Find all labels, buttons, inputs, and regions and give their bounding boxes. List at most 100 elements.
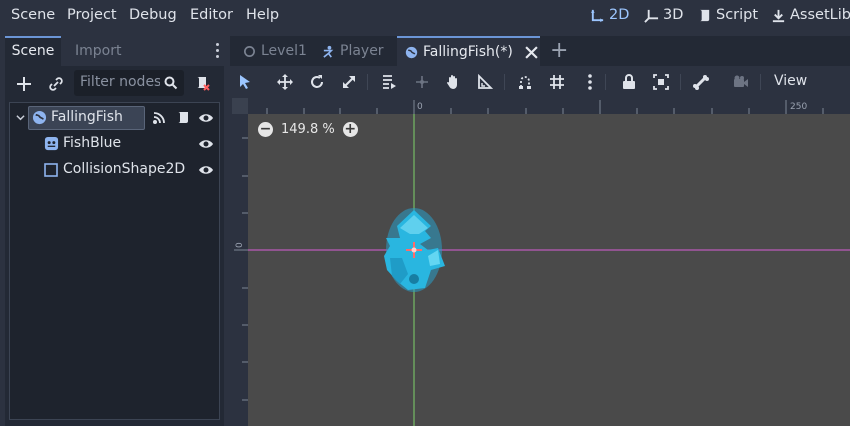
script-icon[interactable] (176, 111, 190, 125)
signal-icon[interactable] (152, 111, 166, 125)
chevron-down-icon[interactable] (16, 113, 25, 122)
tree-label-fishblue: FishBlue (63, 135, 122, 151)
plus-icon (17, 77, 31, 91)
zoom-controls: − 149.8 % + (258, 122, 358, 137)
separator (760, 74, 761, 90)
ruler-label-h-250: 250 (790, 102, 807, 112)
menu-bar: Scene Project Debug Editor Help 2D 3D Sc… (0, 0, 850, 32)
collision-shape-icon (44, 163, 58, 177)
player-icon (323, 45, 334, 58)
scene-toolbar (5, 66, 224, 102)
rotate-mode-button[interactable] (308, 73, 326, 91)
tree-row-collisionshape2d[interactable]: CollisionShape2D (10, 158, 219, 182)
menu-project[interactable]: Project (67, 7, 117, 23)
mode-3d-button[interactable]: 3D (644, 7, 683, 23)
group-icon (653, 74, 669, 90)
menu-help[interactable]: Help (246, 7, 279, 23)
instance-scene-button[interactable] (46, 74, 66, 94)
ruler-corner (232, 98, 248, 114)
node2d-icon (32, 110, 47, 125)
filter-nodes-input[interactable] (80, 74, 160, 90)
add-tab-button[interactable]: + (550, 38, 568, 63)
camera-icon (734, 75, 748, 87)
tab-import[interactable]: Import (75, 36, 121, 66)
dock-tabs: Scene Import (5, 36, 224, 66)
download-icon (772, 9, 785, 22)
tree-row-fallingfish[interactable]: FallingFish (10, 106, 219, 130)
ruler-horizontal (232, 98, 850, 114)
ruler-vertical (232, 98, 248, 426)
visibility-eye-icon[interactable] (198, 163, 214, 177)
mode-2d-button[interactable]: 2D (590, 7, 629, 23)
tree-row-fishblue[interactable]: FishBlue (10, 132, 219, 156)
separator (504, 74, 505, 90)
smart-snap-button[interactable] (517, 73, 535, 91)
link-icon (49, 77, 63, 91)
tab-fallingfish[interactable]: FallingFish(*) (397, 36, 540, 66)
move-icon (277, 74, 293, 90)
snap-options-button[interactable] (581, 73, 599, 91)
lock-button[interactable] (620, 73, 638, 91)
ruler-mode-button[interactable] (476, 73, 494, 91)
pan-mode-button[interactable] (444, 73, 462, 91)
zoom-in-button[interactable]: + (342, 122, 358, 137)
circle-icon (244, 45, 255, 57)
list-select-icon (383, 75, 396, 89)
ruler-label-h-origin: 0 (417, 102, 423, 112)
skeleton-button[interactable] (692, 73, 710, 91)
select-mode-button[interactable] (236, 73, 254, 91)
view-menu-button[interactable]: View (774, 73, 807, 89)
tab-level1[interactable]: Level1 (243, 36, 307, 66)
canvas-viewport[interactable]: 0 250 0 − 149.8 % + (232, 98, 850, 426)
visibility-eye-icon[interactable] (198, 137, 214, 151)
lock-icon (623, 74, 635, 89)
scene-tabs: Level1 Player FallingFish(*) + (230, 36, 850, 66)
zoom-level[interactable]: 149.8 % (281, 122, 335, 137)
dock-menu-icon[interactable] (216, 43, 220, 61)
pivot-mode-button[interactable] (413, 73, 431, 91)
hand-icon (447, 75, 457, 89)
separator (605, 74, 606, 90)
move-mode-button[interactable] (276, 73, 294, 91)
separator (367, 74, 368, 90)
menu-editor[interactable]: Editor (190, 7, 233, 23)
grid-snap-button[interactable] (548, 73, 566, 91)
scene-tree: FallingFish FishBlue CollisionShape2D (9, 102, 220, 420)
search-icon (164, 76, 178, 90)
bone-icon (693, 75, 709, 90)
add-node-button[interactable] (14, 74, 34, 94)
script-icon (699, 9, 710, 21)
mode-assetlib-button[interactable]: AssetLib (771, 7, 850, 23)
grid-icon (550, 75, 564, 89)
2d-icon (590, 9, 604, 22)
tree-label-fallingfish: FallingFish (51, 109, 123, 125)
filter-nodes-field[interactable] (74, 70, 184, 96)
scale-mode-button[interactable] (340, 73, 358, 91)
remote-scene-button[interactable] (193, 74, 213, 94)
canvas-scene: 0 250 0 (232, 98, 850, 426)
pivot-icon (416, 76, 428, 88)
globe-icon (405, 46, 418, 58)
menu-scene[interactable]: Scene (11, 7, 55, 23)
zoom-out-button[interactable]: − (258, 122, 273, 137)
kebab-menu-icon (588, 74, 592, 90)
close-icon[interactable] (525, 45, 538, 59)
snap-icon (519, 76, 531, 89)
sprite-icon (44, 136, 59, 151)
ruler-icon (478, 74, 493, 89)
rotate-icon (311, 75, 323, 88)
scene-dock: Scene Import FallingFish F (5, 36, 224, 426)
list-select-button[interactable] (380, 73, 398, 91)
menu-debug[interactable]: Debug (129, 7, 177, 23)
camera-override-button[interactable] (732, 73, 750, 91)
tab-scene[interactable]: Scene (5, 36, 61, 66)
scale-icon (343, 76, 355, 88)
tab-player[interactable]: Player (322, 36, 384, 66)
tree-label-collisionshape2d: CollisionShape2D (63, 161, 186, 177)
separator (680, 74, 681, 90)
visibility-eye-icon[interactable] (198, 111, 214, 125)
group-button[interactable] (652, 73, 670, 91)
ruler-label-v-origin: 0 (235, 242, 245, 248)
3d-icon (644, 9, 659, 23)
mode-script-button[interactable]: Script (697, 7, 758, 23)
